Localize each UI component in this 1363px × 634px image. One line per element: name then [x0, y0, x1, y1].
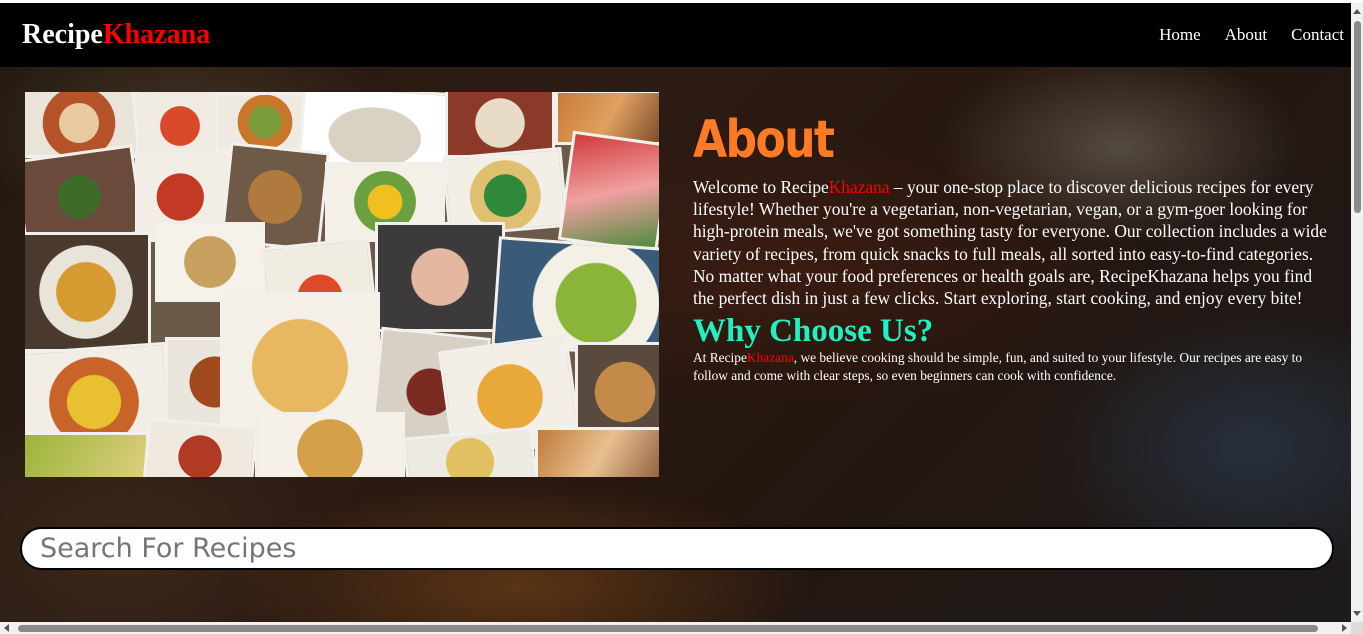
brand-text-khazana: Khazana — [102, 19, 211, 50]
nav-link-about[interactable]: About — [1225, 25, 1268, 45]
vertical-scroll-thumb[interactable] — [1354, 21, 1361, 213]
horizontal-scrollbar[interactable] — [0, 622, 1351, 634]
search-input[interactable] — [20, 527, 1334, 570]
scroll-left-arrow-icon[interactable] — [4, 624, 9, 632]
scroll-down-arrow-icon[interactable] — [1353, 611, 1361, 616]
nav-link-home[interactable]: Home — [1159, 25, 1201, 45]
scrollbar-corner — [1351, 622, 1363, 634]
about-intro-brand: Khazana — [828, 177, 890, 197]
about-paragraph: Welcome to RecipeKhazana – your one-stop… — [693, 176, 1327, 309]
nav-links: Home About Contact — [1159, 25, 1344, 45]
why-choose-us-title: Why Choose Us? — [693, 313, 934, 350]
about-title: About — [693, 110, 835, 170]
scroll-up-arrow-icon[interactable] — [1353, 9, 1361, 14]
nav-link-contact[interactable]: Contact — [1291, 25, 1344, 45]
navbar: RecipeKhazana Home About Contact — [0, 3, 1351, 67]
about-section: About Welcome to RecipeKhazana – your on… — [693, 110, 1327, 384]
about-intro-prefix: Welcome to Recipe — [693, 177, 829, 197]
why-brand: Khazana — [746, 350, 794, 366]
food-collage-image — [25, 92, 659, 477]
scroll-right-arrow-icon[interactable] — [1342, 624, 1347, 632]
horizontal-scroll-thumb[interactable] — [18, 625, 1318, 632]
brand-text-recipe: Recipe — [22, 19, 103, 50]
why-choose-us-paragraph: At RecipeKhazana, we believe cooking sho… — [693, 349, 1327, 384]
browser-viewport: RecipeKhazana Home About Contact About W… — [0, 0, 1363, 634]
why-prefix: At Recipe — [693, 350, 747, 366]
vertical-scrollbar[interactable] — [1351, 3, 1363, 622]
brand-logo[interactable]: RecipeKhazana — [22, 19, 210, 51]
